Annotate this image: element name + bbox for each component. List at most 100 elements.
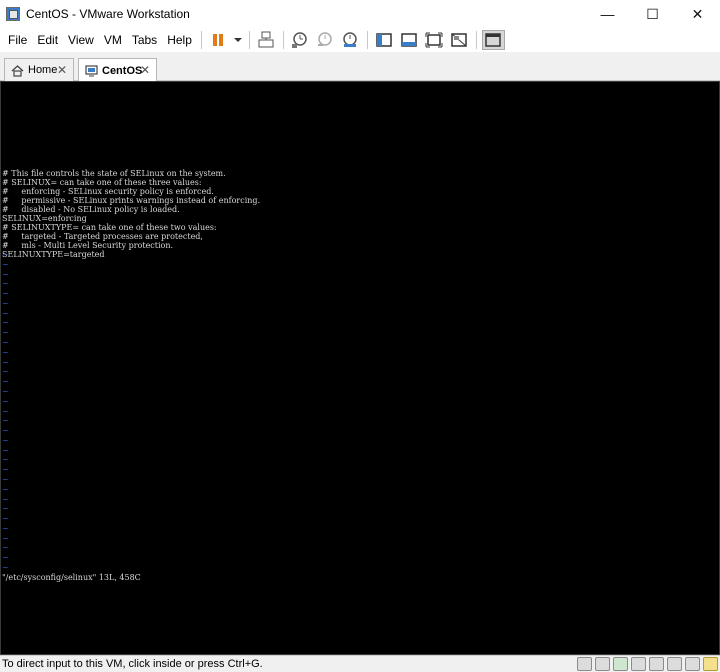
vim-tilde-marker: ~ [2, 494, 9, 504]
vim-tilde-marker: ~ [2, 523, 9, 533]
tab-centos[interactable]: CentOS ✕ [78, 58, 157, 82]
vim-tilde-marker: ~ [2, 455, 9, 465]
window-title: CentOS - VMware Workstation [26, 7, 190, 21]
full-screen-icon [425, 32, 443, 48]
vim-tilde-marker: ~ [2, 396, 9, 406]
vim-tilde-marker: ~ [2, 474, 9, 484]
message-log-icon[interactable] [703, 657, 718, 671]
vim-tilde-marker: ~ [2, 367, 9, 377]
printer-icon[interactable] [649, 657, 664, 671]
minimize-button[interactable]: — [585, 0, 630, 28]
menu-file[interactable]: File [3, 33, 32, 47]
send-ctrl-alt-del-button[interactable] [255, 30, 278, 50]
menu-bar: File Edit View VM Tabs Help [0, 28, 720, 52]
vim-tilde-marker: ~ [2, 377, 9, 387]
menu-help[interactable]: Help [162, 33, 197, 47]
vim-tilde-marker: ~ [2, 347, 9, 357]
hard-disk-icon[interactable] [577, 657, 592, 671]
terminal-line: SELINUXTYPE=targeted [2, 250, 105, 259]
vim-tilde-marker: ~ [2, 357, 9, 367]
vim-tilde-marker: ~ [2, 504, 9, 514]
thumbnail-bar-icon [401, 33, 418, 47]
terminal-line: # targeted - Targeted processes are prot… [2, 232, 203, 241]
menu-tabs[interactable]: Tabs [127, 33, 162, 47]
vim-tilde-marker: ~ [2, 563, 9, 572]
dropdown-arrow-icon [233, 38, 242, 42]
toolbar-separator [475, 31, 477, 49]
status-message: To direct input to this VM, click inside… [2, 658, 263, 670]
terminal-line: # This file controls the state of SELinu… [2, 169, 226, 178]
terminal-line: # mls - Multi Level Security protection. [2, 241, 174, 250]
toolbar-separator [282, 31, 284, 49]
vim-tilde-marker: ~ [2, 386, 9, 396]
snapshot-take-button[interactable] [289, 30, 312, 50]
vim-tilde-marker: ~ [2, 250, 9, 259]
tab-centos-label: CentOS [102, 64, 143, 77]
vim-tilde-marker: ~ [2, 308, 9, 318]
vim-tilde-marker: ~ [2, 465, 9, 475]
window-controls: — ☐ ✕ [585, 0, 720, 28]
vim-tilde-marker: ~ [2, 543, 9, 553]
title-bar: CentOS - VMware Workstation — ☐ ✕ [0, 0, 720, 28]
close-button[interactable]: ✕ [675, 0, 720, 28]
vim-tilde-marker: ~ [2, 269, 9, 279]
console-view-icon [485, 33, 502, 47]
unity-icon [451, 33, 468, 47]
menu-edit[interactable]: Edit [32, 33, 63, 47]
vim-tilde-marker: ~ [2, 416, 9, 426]
unity-button[interactable] [448, 30, 471, 50]
sound-card-icon[interactable] [667, 657, 682, 671]
snapshot-revert-icon [318, 32, 333, 46]
tab-home[interactable]: Home ✕ [4, 58, 74, 81]
tab-centos-close-icon[interactable]: ✕ [140, 63, 150, 77]
snapshot-revert-button[interactable] [314, 30, 337, 50]
console-view-button[interactable] [481, 30, 505, 50]
vim-tilde-marker: ~ [2, 553, 9, 563]
device-icons [577, 657, 718, 671]
cd-dvd-icon[interactable] [595, 657, 610, 671]
power-dropdown-button[interactable] [232, 30, 244, 50]
vm-console[interactable]: # This file controls the state of SELinu… [0, 81, 720, 655]
vim-tilde-marker: ~ [2, 259, 9, 269]
vim-tilde-marker: ~ [2, 289, 9, 299]
vim-empty-line-markers: ~ ~ ~ ~ ~ ~ ~ ~ ~ ~ ~ ~ ~ ~ ~ ~ ~ ~ ~ ~ ~ ~ ~ ~ ~ ~ ~ ~ ~ ~ ~ ~ ~ [2, 250, 9, 573]
library-view-button[interactable] [373, 30, 396, 50]
vmware-app-icon [6, 7, 20, 21]
menu-view[interactable]: View [63, 33, 99, 47]
snapshot-manager-icon [343, 32, 358, 47]
vim-tilde-marker: ~ [2, 445, 9, 455]
vim-tilde-marker: ~ [2, 406, 9, 416]
network-adapter-icon[interactable] [613, 657, 628, 671]
vim-tilde-marker: ~ [2, 318, 9, 328]
pause-button[interactable] [207, 30, 230, 50]
snapshot-manager-button[interactable] [339, 30, 362, 50]
terminal-line: # SELINUX= can take one of these three v… [2, 178, 202, 187]
library-view-icon [376, 33, 393, 47]
maximize-button[interactable]: ☐ [630, 0, 675, 28]
thumbnail-bar-button[interactable] [398, 30, 421, 50]
vim-tilde-marker: ~ [2, 514, 9, 524]
vim-tilde-marker: ~ [2, 279, 9, 289]
toolbar-separator [248, 31, 250, 49]
menu-vm[interactable]: VM [99, 33, 127, 47]
display-icon[interactable] [685, 657, 700, 671]
toolbar-separator [366, 31, 368, 49]
vm-icon [85, 65, 98, 77]
tab-home-close-icon[interactable]: ✕ [57, 63, 67, 77]
pause-icon [213, 34, 224, 46]
terminal-line: # permissive - SELinux prints warnings i… [2, 196, 261, 205]
usb-controller-icon[interactable] [631, 657, 646, 671]
terminal-line: SELINUX=enforcing [2, 214, 87, 223]
vim-tilde-marker: ~ [2, 484, 9, 494]
vim-status-line: "/etc/sysconfig/selinux" 13L, 458C [2, 573, 141, 582]
terminal-text: # This file controls the state of SELinu… [2, 160, 260, 259]
vim-tilde-marker: ~ [2, 338, 9, 348]
home-icon [11, 64, 24, 77]
terminal-line: # disabled - No SELinux policy is loaded… [2, 205, 180, 214]
toolbar-separator [200, 31, 202, 49]
vim-tilde-marker: ~ [2, 298, 9, 308]
send-ctrl-alt-del-icon [258, 31, 274, 48]
full-screen-button[interactable] [423, 30, 446, 50]
tab-home-label: Home [28, 64, 58, 76]
